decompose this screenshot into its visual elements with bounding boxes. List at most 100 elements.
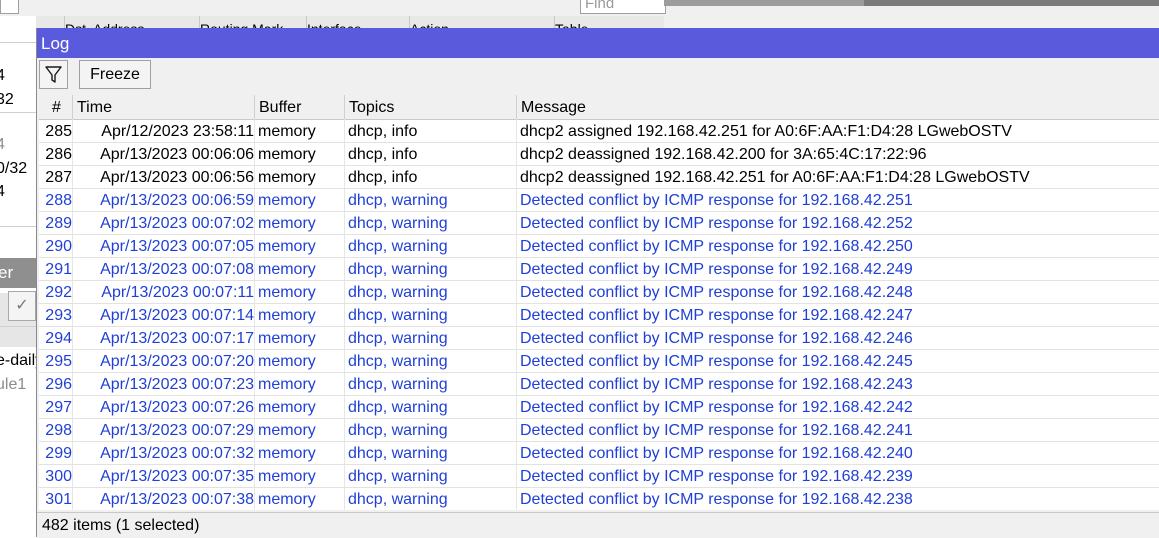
table-row[interactable]: 301 Apr/13/2023 00:07:38 memory dhcp, warni… xyxy=(39,488,1159,510)
background-left-column: 4 32 4 0/32 4 er ✓ e-daily ule1 xyxy=(0,16,36,537)
table-row[interactable]: 292 Apr/13/2023 00:07:11 memory dhcp, warni… xyxy=(39,281,1159,304)
cell-num: 285 xyxy=(45,123,72,140)
cell-message: Detected conflict by ICMP response for 1… xyxy=(520,399,913,416)
cell-time: Apr/13/2023 00:07:02 xyxy=(100,215,254,232)
background-toolbar-button[interactable] xyxy=(0,0,19,14)
cell-num: 299 xyxy=(45,445,72,462)
col-header-buffer[interactable]: Buffer xyxy=(255,95,345,119)
cell-message: Detected conflict by ICMP response for 1… xyxy=(520,215,913,232)
table-row[interactable]: 294 Apr/13/2023 00:07:17 memory dhcp, warni… xyxy=(39,327,1159,350)
cell-buffer: memory xyxy=(258,284,316,301)
col-header-topics[interactable]: Topics xyxy=(345,95,517,119)
freeze-button[interactable]: Freeze xyxy=(79,60,151,89)
table-row[interactable]: 293 Apr/13/2023 00:07:14 memory dhcp, warni… xyxy=(39,304,1159,327)
cell-message: Detected conflict by ICMP response for 1… xyxy=(520,284,913,301)
col-header-number[interactable]: # xyxy=(39,95,73,119)
cell-num: 288 xyxy=(45,192,72,209)
cell-message: Detected conflict by ICMP response for 1… xyxy=(520,261,913,278)
cell-message: Detected conflict by ICMP response for 1… xyxy=(520,468,913,485)
find-input[interactable]: Find xyxy=(580,0,666,14)
table-row[interactable]: 299 Apr/13/2023 00:07:32 memory dhcp, warni… xyxy=(39,442,1159,465)
table-row[interactable]: 296 Apr/13/2023 00:07:23 memory dhcp, warni… xyxy=(39,373,1159,396)
divider xyxy=(0,226,36,227)
cell-num: 289 xyxy=(45,215,72,232)
cell-buffer: memory xyxy=(258,192,316,209)
cell-time: Apr/13/2023 00:06:56 xyxy=(100,169,254,186)
cell-time: Apr/13/2023 00:07:05 xyxy=(100,238,254,255)
cell-message: Detected conflict by ICMP response for 1… xyxy=(520,330,913,347)
window-title[interactable]: Log xyxy=(37,28,1159,58)
bg-row-fragment: 4 xyxy=(0,183,5,200)
cell-buffer: memory xyxy=(258,491,316,508)
cell-buffer: memory xyxy=(258,330,316,347)
cell-buffer: memory xyxy=(258,146,316,163)
col-header-message[interactable]: Message xyxy=(517,95,1159,119)
table-row[interactable]: 287 Apr/13/2023 00:06:56 memory dhcp, info d… xyxy=(39,166,1159,189)
cell-num: 290 xyxy=(45,238,72,255)
table-row[interactable]: 288 Apr/13/2023 00:06:59 memory dhcp, warni… xyxy=(39,189,1159,212)
table-row[interactable]: 300 Apr/13/2023 00:07:35 memory dhcp, warni… xyxy=(39,465,1159,488)
cell-time: Apr/13/2023 00:07:23 xyxy=(100,376,254,393)
cell-num: 286 xyxy=(45,146,72,163)
cell-buffer: memory xyxy=(258,238,316,255)
cell-num: 295 xyxy=(45,353,72,370)
cell-time: Apr/13/2023 00:07:29 xyxy=(100,422,254,439)
cell-num: 296 xyxy=(45,376,72,393)
cell-time: Apr/12/2023 23:58:11 xyxy=(101,123,254,140)
cell-num: 287 xyxy=(45,169,72,186)
cell-buffer: memory xyxy=(258,307,316,324)
filter-button[interactable] xyxy=(39,60,68,89)
cell-buffer: memory xyxy=(258,468,316,485)
divider xyxy=(0,42,36,43)
cell-message: Detected conflict by ICMP response for 1… xyxy=(520,422,913,439)
table-row[interactable]: 298 Apr/13/2023 00:07:29 memory dhcp, warni… xyxy=(39,419,1159,442)
col-header-time[interactable]: Time xyxy=(73,95,255,119)
cell-num: 297 xyxy=(45,399,72,416)
cell-message: dhcp2 deassigned 192.168.42.200 for 3A:6… xyxy=(520,146,927,163)
cell-buffer: memory xyxy=(258,399,316,416)
background-toolbar xyxy=(0,0,665,16)
cell-topics: dhcp, warning xyxy=(348,307,448,324)
cell-topics: dhcp, info xyxy=(348,169,418,186)
bg-row-fragment: 4 xyxy=(0,67,5,84)
cell-buffer: memory xyxy=(258,123,316,140)
table-row[interactable]: 297 Apr/13/2023 00:07:26 memory dhcp, warni… xyxy=(39,396,1159,419)
cell-buffer: memory xyxy=(258,376,316,393)
cell-topics: dhcp, warning xyxy=(348,353,448,370)
table-row[interactable]: 295 Apr/13/2023 00:07:20 memory dhcp, warni… xyxy=(39,350,1159,373)
bg-row-fragment: 32 xyxy=(0,91,14,108)
bg-list-item: e-daily xyxy=(0,352,36,369)
table-row[interactable]: 286 Apr/13/2023 00:06:06 memory dhcp, info d… xyxy=(39,143,1159,166)
cell-message: dhcp2 assigned 192.168.42.251 for A0:6F:… xyxy=(520,123,1012,140)
table-row[interactable]: 285 Apr/12/2023 23:58:11 memory dhcp, info d… xyxy=(39,120,1159,143)
cell-buffer: memory xyxy=(258,445,316,462)
cell-buffer: memory xyxy=(258,215,316,232)
cell-buffer: memory xyxy=(258,261,316,278)
table-header: # Time Buffer Topics Message xyxy=(39,95,1159,120)
cell-num: 291 xyxy=(45,261,72,278)
cell-topics: dhcp, warning xyxy=(348,445,448,462)
table-row[interactable]: 290 Apr/13/2023 00:07:05 memory dhcp, warni… xyxy=(39,235,1159,258)
bg-list-item: ule1 xyxy=(0,376,27,393)
enable-check-button[interactable]: ✓ xyxy=(8,291,36,321)
cell-num: 301 xyxy=(45,491,72,508)
cell-num: 298 xyxy=(45,422,72,439)
cell-num: 300 xyxy=(45,468,72,485)
cell-message: Detected conflict by ICMP response for 1… xyxy=(520,238,913,255)
cell-topics: dhcp, warning xyxy=(348,261,448,278)
cell-time: Apr/13/2023 00:07:08 xyxy=(100,261,254,278)
cell-num: 293 xyxy=(45,307,72,324)
table-row[interactable]: 291 Apr/13/2023 00:07:08 memory dhcp, warni… xyxy=(39,258,1159,281)
cell-message: Detected conflict by ICMP response for 1… xyxy=(520,491,913,508)
cell-time: Apr/13/2023 00:07:38 xyxy=(100,491,254,508)
cell-topics: dhcp, warning xyxy=(348,468,448,485)
cell-time: Apr/13/2023 00:07:32 xyxy=(100,445,254,462)
cell-message: Detected conflict by ICMP response for 1… xyxy=(520,376,913,393)
cell-message: dhcp2 deassigned 192.168.42.251 for A0:6… xyxy=(520,169,1030,186)
cell-message: Detected conflict by ICMP response for 1… xyxy=(520,353,913,370)
cell-time: Apr/13/2023 00:06:59 xyxy=(100,192,254,209)
table-row[interactable]: 289 Apr/13/2023 00:07:02 memory dhcp, warni… xyxy=(39,212,1159,235)
cell-topics: dhcp, warning xyxy=(348,399,448,416)
cell-buffer: memory xyxy=(258,169,316,186)
cell-time: Apr/13/2023 00:07:17 xyxy=(100,330,254,347)
